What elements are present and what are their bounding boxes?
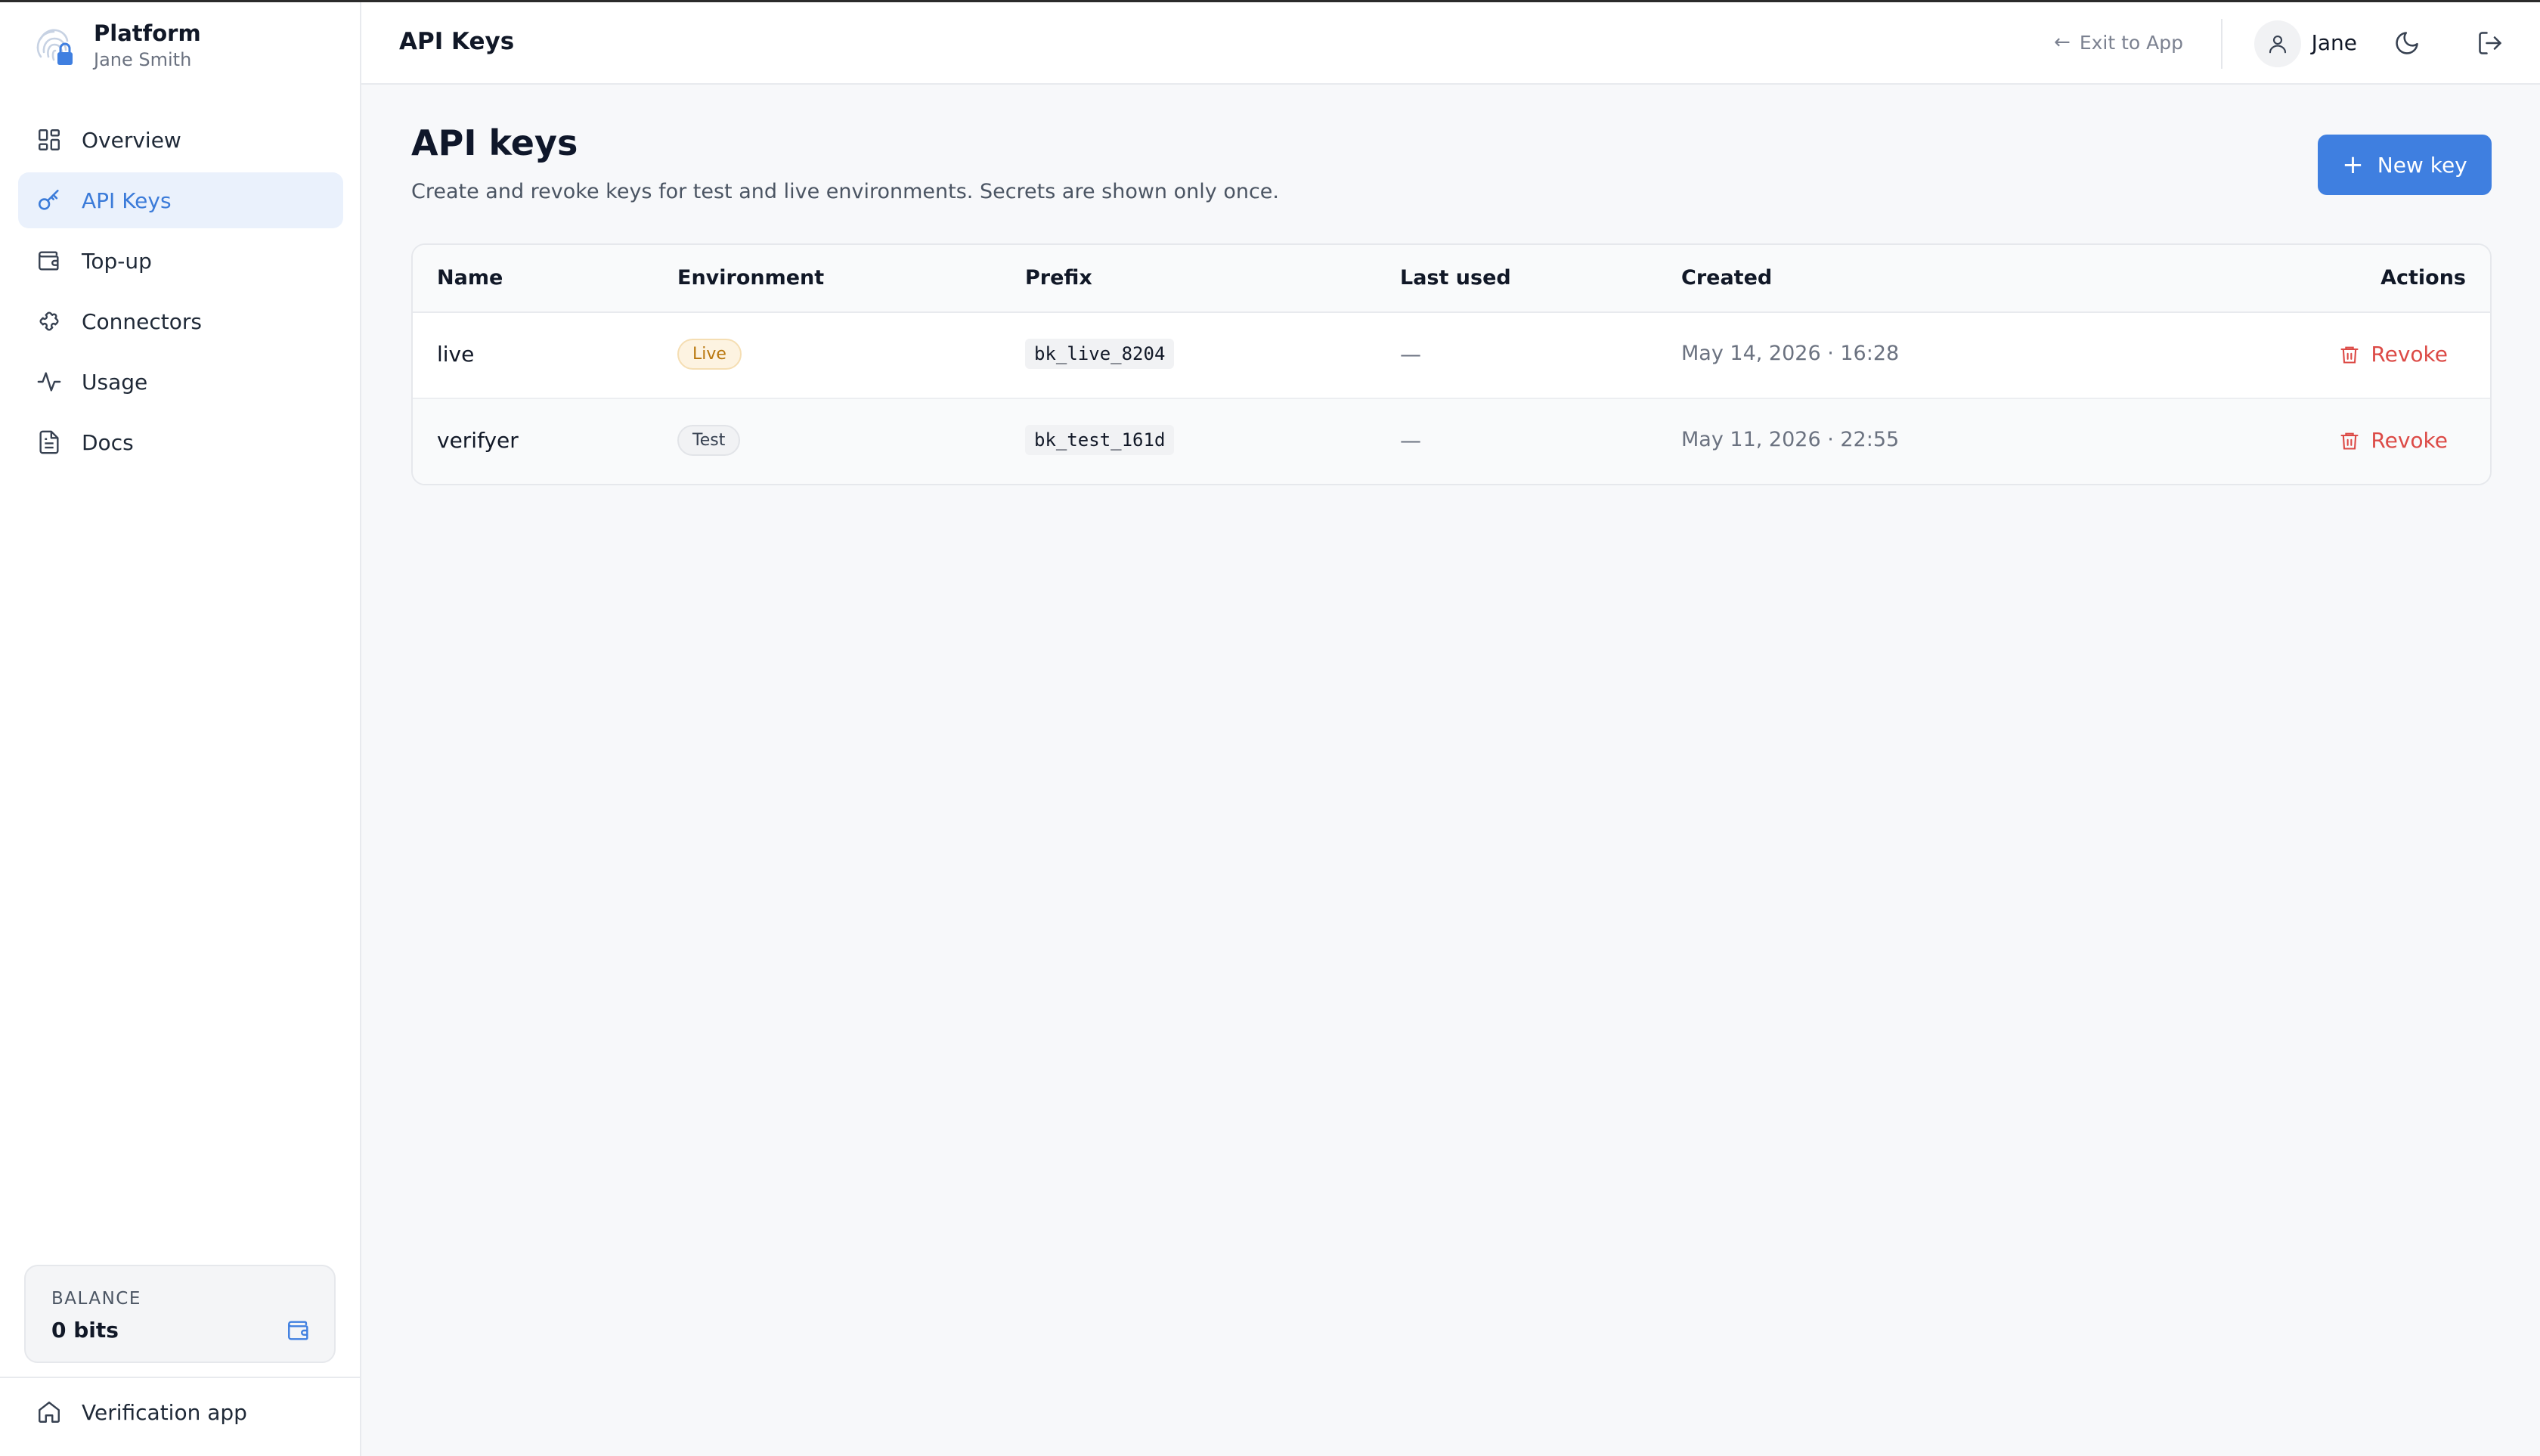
revoke-label: Revoke — [2371, 342, 2448, 367]
sidebar-item-label: API Keys — [82, 187, 172, 213]
table-row: verifyer Test bk_test_161d — May 11, 202… — [413, 399, 2490, 484]
environment-cell: Test — [677, 425, 741, 456]
table-header: Name Environment Prefix Last used Create… — [413, 245, 2490, 313]
grid-icon — [35, 125, 64, 154]
key-prefix: bk_live_8204 — [1025, 339, 1175, 369]
sidebar-item-label: Top-up — [82, 248, 152, 274]
sidebar-item-api-keys[interactable]: API Keys — [18, 172, 343, 228]
sidebar-item-usage[interactable]: Usage — [18, 354, 343, 410]
brand-user: Jane Smith — [94, 49, 192, 70]
balance-value: 0 bits — [51, 1318, 119, 1343]
prefix-cell: bk_live_8204 — [1025, 339, 1175, 369]
top-header: API Keys ← Exit to App Jane — [361, 2, 2540, 85]
revoke-label: Revoke — [2371, 428, 2448, 453]
exit-to-app-link[interactable]: ← Exit to App — [2054, 31, 2183, 54]
api-keys-table: Name Environment Prefix Last used Create… — [411, 243, 2492, 485]
user-avatar[interactable] — [2254, 20, 2301, 67]
fingerprint-lock-icon — [36, 29, 73, 65]
sidebar-item-label: Overview — [82, 127, 181, 153]
table-row: live Live bk_live_8204 — May 14, 2026 · … — [413, 313, 2490, 399]
header-divider — [2221, 19, 2222, 69]
trash-icon — [2340, 346, 2359, 364]
page-description: Create and revoke keys for test and live… — [411, 180, 1279, 203]
exit-to-app-label: Exit to App — [2079, 31, 2183, 54]
last-used: — — [1400, 428, 1421, 453]
key-icon — [35, 186, 64, 215]
header-title: API Keys — [399, 28, 515, 55]
user-name[interactable]: Jane — [2312, 30, 2357, 55]
page-title: API keys — [411, 122, 578, 163]
logout-icon[interactable] — [2476, 29, 2504, 57]
brand[interactable]: Platform Jane Smith — [30, 19, 333, 72]
home-icon — [35, 1398, 64, 1427]
environment-badge: Live — [677, 339, 742, 370]
column-header-last-used: Last used — [1400, 266, 1511, 290]
plus-icon: + — [2342, 150, 2364, 180]
key-name: verifyer — [437, 428, 519, 453]
document-icon — [35, 428, 64, 457]
column-header-environment: Environment — [677, 266, 825, 290]
environment-badge: Test — [677, 425, 741, 456]
sidebar-item-docs[interactable]: Docs — [18, 414, 343, 470]
revoke-button[interactable]: Revoke — [2339, 342, 2448, 367]
sidebar-nav: Overview API Keys Top-up Connectors Usag… — [18, 112, 343, 475]
verification-app-link[interactable]: Verification app — [35, 1398, 247, 1427]
activity-icon — [35, 367, 64, 396]
sidebar-item-label: Usage — [82, 369, 148, 395]
created-date: May 14, 2026 · 16:28 — [1681, 342, 1900, 365]
moon-icon[interactable] — [2393, 29, 2421, 57]
sidebar: Platform Jane Smith Overview API Keys To… — [0, 2, 361, 1456]
brand-title: Platform — [94, 20, 201, 46]
verification-app-label: Verification app — [82, 1399, 247, 1425]
sidebar-footer: Verification app — [0, 1377, 360, 1456]
wallet-icon — [35, 246, 64, 275]
key-prefix: bk_test_161d — [1025, 425, 1175, 455]
revoke-button[interactable]: Revoke — [2339, 428, 2448, 453]
balance-label: BALANCE — [51, 1289, 141, 1309]
sidebar-item-connectors[interactable]: Connectors — [18, 293, 343, 349]
key-name: live — [437, 342, 475, 367]
user-icon — [2269, 35, 2287, 54]
column-header-name: Name — [437, 266, 503, 290]
trash-icon — [2340, 432, 2359, 450]
wallet-icon[interactable] — [286, 1318, 311, 1343]
sidebar-item-label: Connectors — [82, 308, 203, 334]
new-key-button[interactable]: + New key — [2318, 135, 2492, 195]
prefix-cell: bk_test_161d — [1025, 425, 1175, 455]
puzzle-icon — [35, 307, 64, 336]
created-date: May 11, 2026 · 22:55 — [1681, 428, 1900, 451]
column-header-actions: Actions — [2380, 266, 2466, 290]
last-used: — — [1400, 342, 1421, 367]
environment-cell: Live — [677, 339, 742, 370]
column-header-created: Created — [1681, 266, 1773, 290]
sidebar-item-overview[interactable]: Overview — [18, 112, 343, 168]
sidebar-item-top-up[interactable]: Top-up — [18, 233, 343, 289]
balance-card: BALANCE 0 bits — [24, 1265, 336, 1363]
arrow-left-icon: ← — [2054, 31, 2071, 54]
new-key-label: New key — [2377, 152, 2467, 178]
column-header-prefix: Prefix — [1025, 266, 1092, 290]
sidebar-item-label: Docs — [82, 429, 134, 455]
